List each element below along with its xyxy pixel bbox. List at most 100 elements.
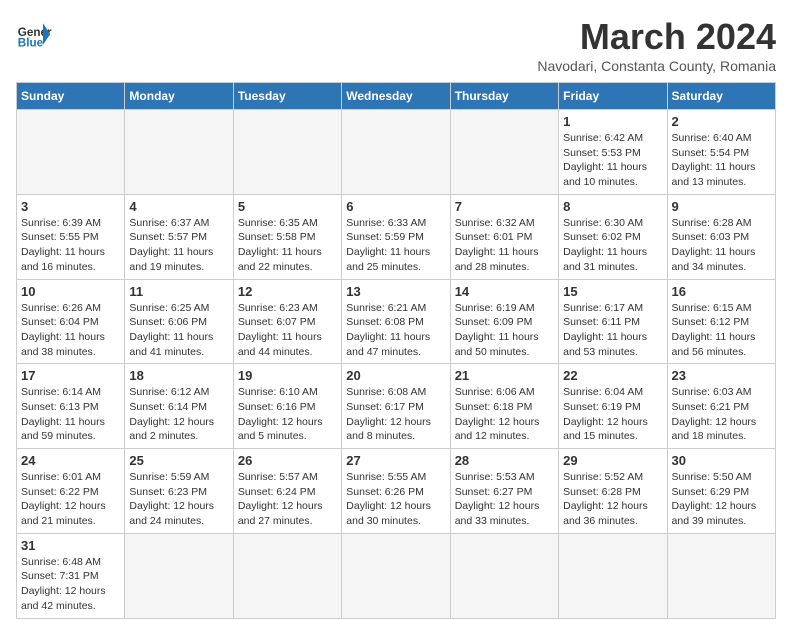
calendar-cell: [450, 533, 558, 618]
weekday-header-tuesday: Tuesday: [233, 83, 341, 110]
subtitle: Navodari, Constanta County, Romania: [537, 58, 776, 74]
day-number: 1: [563, 114, 662, 129]
day-number: 31: [21, 538, 120, 553]
weekday-header-thursday: Thursday: [450, 83, 558, 110]
day-info: Sunrise: 6:28 AMSunset: 6:03 PMDaylight:…: [672, 216, 771, 275]
weekday-header-wednesday: Wednesday: [342, 83, 450, 110]
calendar-cell: 2 Sunrise: 6:40 AMSunset: 5:54 PMDaylight…: [667, 110, 775, 195]
day-number: 30: [672, 453, 771, 468]
logo-icon: General Blue: [16, 16, 52, 52]
logo: General Blue: [16, 16, 52, 52]
day-info: Sunrise: 6:08 AMSunset: 6:17 PMDaylight:…: [346, 385, 445, 444]
calendar-cell: 15Sunrise: 6:17 AMSunset: 6:11 PMDayligh…: [559, 279, 667, 364]
calendar-week-row: 31 Sunrise: 6:48 AMSunset: 7:31 PMDayligh…: [17, 533, 776, 618]
day-number: 10: [21, 284, 120, 299]
calendar-cell: [233, 110, 341, 195]
day-info: Sunrise: 6:23 AMSunset: 6:07 PMDaylight:…: [238, 301, 337, 360]
day-info: Sunrise: 6:37 AMSunset: 5:57 PMDaylight:…: [129, 216, 228, 275]
calendar-cell: 8 Sunrise: 6:30 AMSunset: 6:02 PMDaylight…: [559, 194, 667, 279]
calendar-week-row: 3 Sunrise: 6:39 AMSunset: 5:55 PMDaylight…: [17, 194, 776, 279]
day-number: 11: [129, 284, 228, 299]
day-info: Sunrise: 6:14 AMSunset: 6:13 PMDaylight:…: [21, 385, 120, 444]
calendar-cell: 30 Sunrise: 5:50 AMSunset: 6:29 PMDayligh…: [667, 449, 775, 534]
calendar-cell: 14Sunrise: 6:19 AMSunset: 6:09 PMDayligh…: [450, 279, 558, 364]
calendar-cell: [125, 110, 233, 195]
day-number: 25: [129, 453, 228, 468]
calendar-cell: [342, 533, 450, 618]
day-number: 27: [346, 453, 445, 468]
calendar-week-row: 1 Sunrise: 6:42 AMSunset: 5:53 PMDaylight…: [17, 110, 776, 195]
calendar-cell: 18 Sunrise: 6:12 AMSunset: 6:14 PMDayligh…: [125, 364, 233, 449]
day-info: Sunrise: 6:06 AMSunset: 6:18 PMDaylight:…: [455, 385, 554, 444]
calendar-cell: 16 Sunrise: 6:15 AMSunset: 6:12 PMDayligh…: [667, 279, 775, 364]
calendar-cell: 22Sunrise: 6:04 AMSunset: 6:19 PMDayligh…: [559, 364, 667, 449]
day-info: Sunrise: 6:03 AMSunset: 6:21 PMDaylight:…: [672, 385, 771, 444]
day-number: 6: [346, 199, 445, 214]
calendar-cell: [233, 533, 341, 618]
day-number: 8: [563, 199, 662, 214]
day-number: 3: [21, 199, 120, 214]
day-info: Sunrise: 6:19 AMSunset: 6:09 PMDaylight:…: [455, 301, 554, 360]
calendar-cell: 7Sunrise: 6:32 AMSunset: 6:01 PMDaylight…: [450, 194, 558, 279]
day-info: Sunrise: 5:50 AMSunset: 6:29 PMDaylight:…: [672, 470, 771, 529]
day-number: 7: [455, 199, 554, 214]
day-info: Sunrise: 6:30 AMSunset: 6:02 PMDaylight:…: [563, 216, 662, 275]
day-info: Sunrise: 5:57 AMSunset: 6:24 PMDaylight:…: [238, 470, 337, 529]
calendar-table: SundayMondayTuesdayWednesdayThursdayFrid…: [16, 82, 776, 619]
day-info: Sunrise: 5:53 AMSunset: 6:27 PMDaylight:…: [455, 470, 554, 529]
day-number: 20: [346, 368, 445, 383]
day-info: Sunrise: 6:21 AMSunset: 6:08 PMDaylight:…: [346, 301, 445, 360]
day-info: Sunrise: 6:39 AMSunset: 5:55 PMDaylight:…: [21, 216, 120, 275]
day-number: 2: [672, 114, 771, 129]
day-number: 29: [563, 453, 662, 468]
day-number: 21: [455, 368, 554, 383]
day-info: Sunrise: 6:48 AMSunset: 7:31 PMDaylight:…: [21, 555, 120, 614]
calendar-cell: 23 Sunrise: 6:03 AMSunset: 6:21 PMDayligh…: [667, 364, 775, 449]
day-number: 26: [238, 453, 337, 468]
day-number: 19: [238, 368, 337, 383]
day-info: Sunrise: 5:52 AMSunset: 6:28 PMDaylight:…: [563, 470, 662, 529]
day-info: Sunrise: 6:42 AMSunset: 5:53 PMDaylight:…: [563, 131, 662, 190]
calendar-cell: 24 Sunrise: 6:01 AMSunset: 6:22 PMDayligh…: [17, 449, 125, 534]
day-number: 12: [238, 284, 337, 299]
day-number: 23: [672, 368, 771, 383]
day-info: Sunrise: 6:26 AMSunset: 6:04 PMDaylight:…: [21, 301, 120, 360]
day-info: Sunrise: 6:10 AMSunset: 6:16 PMDaylight:…: [238, 385, 337, 444]
calendar-cell: [450, 110, 558, 195]
calendar-cell: 21 Sunrise: 6:06 AMSunset: 6:18 PMDayligh…: [450, 364, 558, 449]
day-number: 16: [672, 284, 771, 299]
day-number: 17: [21, 368, 120, 383]
calendar-week-row: 17 Sunrise: 6:14 AMSunset: 6:13 PMDayligh…: [17, 364, 776, 449]
calendar-week-row: 10 Sunrise: 6:26 AMSunset: 6:04 PMDayligh…: [17, 279, 776, 364]
day-number: 24: [21, 453, 120, 468]
day-info: Sunrise: 6:33 AMSunset: 5:59 PMDaylight:…: [346, 216, 445, 275]
calendar-cell: 20 Sunrise: 6:08 AMSunset: 6:17 PMDayligh…: [342, 364, 450, 449]
day-number: 22: [563, 368, 662, 383]
calendar-cell: 29 Sunrise: 5:52 AMSunset: 6:28 PMDayligh…: [559, 449, 667, 534]
calendar-cell: 25 Sunrise: 5:59 AMSunset: 6:23 PMDayligh…: [125, 449, 233, 534]
day-info: Sunrise: 6:01 AMSunset: 6:22 PMDaylight:…: [21, 470, 120, 529]
calendar-cell: 4 Sunrise: 6:37 AMSunset: 5:57 PMDaylight…: [125, 194, 233, 279]
day-info: Sunrise: 5:59 AMSunset: 6:23 PMDaylight:…: [129, 470, 228, 529]
day-info: Sunrise: 6:12 AMSunset: 6:14 PMDaylight:…: [129, 385, 228, 444]
calendar-cell: 10 Sunrise: 6:26 AMSunset: 6:04 PMDayligh…: [17, 279, 125, 364]
calendar-cell: 6 Sunrise: 6:33 AMSunset: 5:59 PMDaylight…: [342, 194, 450, 279]
calendar-cell: 1 Sunrise: 6:42 AMSunset: 5:53 PMDaylight…: [559, 110, 667, 195]
day-number: 9: [672, 199, 771, 214]
day-info: Sunrise: 6:40 AMSunset: 5:54 PMDaylight:…: [672, 131, 771, 190]
day-number: 4: [129, 199, 228, 214]
calendar-cell: 11Sunrise: 6:25 AMSunset: 6:06 PMDayligh…: [125, 279, 233, 364]
day-number: 18: [129, 368, 228, 383]
calendar-cell: 13Sunrise: 6:21 AMSunset: 6:08 PMDayligh…: [342, 279, 450, 364]
day-info: Sunrise: 6:35 AMSunset: 5:58 PMDaylight:…: [238, 216, 337, 275]
svg-text:Blue: Blue: [18, 37, 44, 50]
month-title: March 2024: [537, 16, 776, 58]
day-info: Sunrise: 5:55 AMSunset: 6:26 PMDaylight:…: [346, 470, 445, 529]
day-info: Sunrise: 6:15 AMSunset: 6:12 PMDaylight:…: [672, 301, 771, 360]
calendar-cell: [559, 533, 667, 618]
calendar-cell: [125, 533, 233, 618]
calendar-cell: [667, 533, 775, 618]
day-number: 15: [563, 284, 662, 299]
calendar-cell: 12 Sunrise: 6:23 AMSunset: 6:07 PMDayligh…: [233, 279, 341, 364]
calendar-body: 1 Sunrise: 6:42 AMSunset: 5:53 PMDaylight…: [17, 110, 776, 619]
